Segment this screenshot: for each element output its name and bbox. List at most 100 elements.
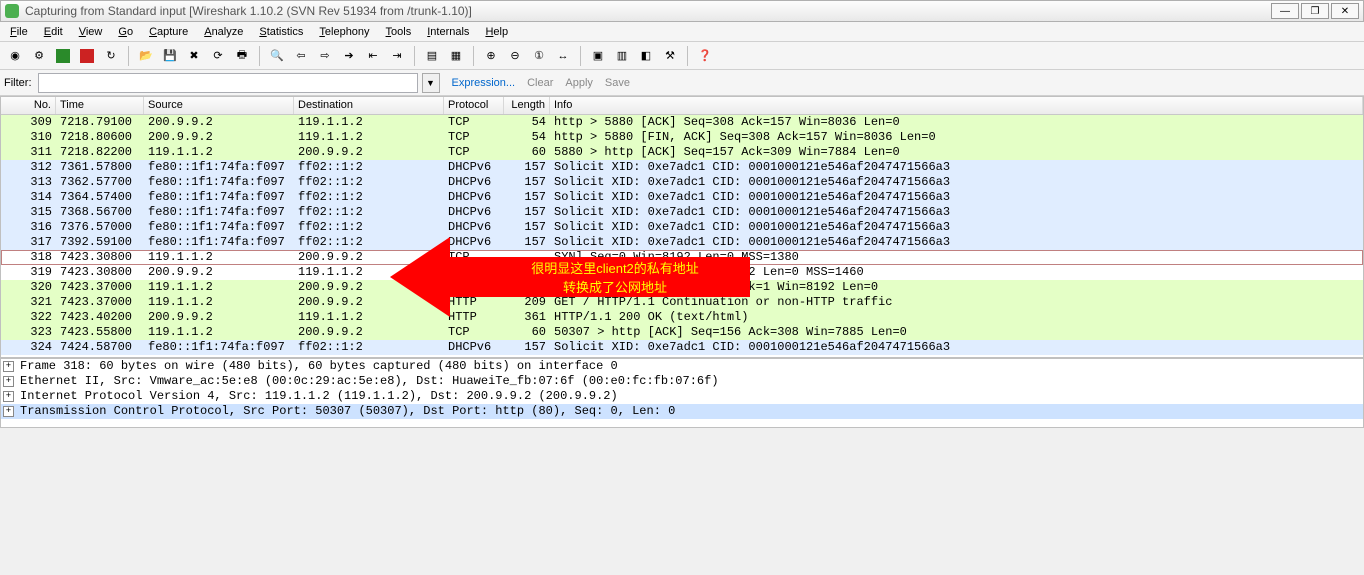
menu-item[interactable]: Statistics bbox=[251, 24, 311, 40]
filter-dropdown-button[interactable]: ▼ bbox=[422, 73, 440, 93]
menu-item[interactable]: Edit bbox=[36, 24, 71, 40]
packet-row[interactable]: 3247424.58700fe80::1f1:74fa:f097ff02::1:… bbox=[1, 340, 1363, 355]
start-capture-icon[interactable] bbox=[52, 45, 74, 67]
menu-item[interactable]: Internals bbox=[419, 24, 477, 40]
maximize-button[interactable]: ❐ bbox=[1301, 3, 1329, 19]
help-icon[interactable]: ❓ bbox=[694, 45, 716, 67]
packet-row[interactable]: 3107218.80600200.9.9.2119.1.1.2TCP54http… bbox=[1, 130, 1363, 145]
packet-cell: fe80::1f1:74fa:f097 bbox=[144, 175, 294, 190]
interfaces-icon[interactable]: ◉ bbox=[4, 45, 26, 67]
colorize-icon[interactable]: ▤ bbox=[421, 45, 443, 67]
save-file-icon[interactable]: 💾 bbox=[159, 45, 181, 67]
stop-capture-icon[interactable] bbox=[76, 45, 98, 67]
preferences-icon[interactable]: ⚒ bbox=[659, 45, 681, 67]
col-header-protocol[interactable]: Protocol bbox=[444, 97, 504, 114]
packet-row[interactable]: 3207423.37000119.1.1.2200.9.9.2TCP605030… bbox=[1, 280, 1363, 295]
expand-toggle-icon[interactable]: + bbox=[3, 376, 14, 387]
filter-apply-link[interactable]: Apply bbox=[565, 77, 593, 89]
packet-cell: ff02::1:2 bbox=[294, 235, 444, 250]
toolbar-separator bbox=[128, 46, 129, 66]
packet-cell: 322 bbox=[1, 310, 56, 325]
packet-details-pane[interactable]: +Frame 318: 60 bytes on wire (480 bits),… bbox=[0, 358, 1364, 428]
packet-cell: TCP bbox=[444, 325, 504, 340]
go-last-icon[interactable]: ⇥ bbox=[386, 45, 408, 67]
restart-capture-icon[interactable]: ↻ bbox=[100, 45, 122, 67]
open-file-icon[interactable]: 📂 bbox=[135, 45, 157, 67]
expand-toggle-icon[interactable]: + bbox=[3, 391, 14, 402]
display-filters-icon[interactable]: ▥ bbox=[611, 45, 633, 67]
packet-cell: TCP bbox=[444, 130, 504, 145]
menu-item[interactable]: View bbox=[71, 24, 111, 40]
packet-cell: 157 bbox=[504, 205, 550, 220]
options-icon[interactable]: ⚙ bbox=[28, 45, 50, 67]
packet-row[interactable]: 3147364.57400fe80::1f1:74fa:f097ff02::1:… bbox=[1, 190, 1363, 205]
zoom-in-icon[interactable]: ⊕ bbox=[480, 45, 502, 67]
menu-item[interactable]: Capture bbox=[141, 24, 196, 40]
packet-cell: 7423.40200 bbox=[56, 310, 144, 325]
packet-cell bbox=[504, 250, 550, 265]
packet-cell: 310 bbox=[1, 130, 56, 145]
packet-row[interactable]: 3237423.55800119.1.1.2200.9.9.2TCP605030… bbox=[1, 325, 1363, 340]
menu-item[interactable]: Help bbox=[477, 24, 516, 40]
packet-cell: Solicit XID: 0xe7adc1 CID: 0001000121e54… bbox=[550, 340, 1363, 355]
packet-row[interactable]: 3167376.57000fe80::1f1:74fa:f097ff02::1:… bbox=[1, 220, 1363, 235]
packet-cell: fe80::1f1:74fa:f097 bbox=[144, 160, 294, 175]
expand-toggle-icon[interactable]: + bbox=[3, 361, 14, 372]
go-first-icon[interactable]: ⇤ bbox=[362, 45, 384, 67]
packet-row[interactable]: 3127361.57800fe80::1f1:74fa:f097ff02::1:… bbox=[1, 160, 1363, 175]
packet-row[interactable]: 3177392.59100fe80::1f1:74fa:f097ff02::1:… bbox=[1, 235, 1363, 250]
menu-item[interactable]: Telephony bbox=[311, 24, 377, 40]
menu-item[interactable]: Tools bbox=[378, 24, 420, 40]
minimize-button[interactable]: — bbox=[1271, 3, 1299, 19]
filter-bar: Filter: ▼ Expression... Clear Apply Save bbox=[0, 70, 1364, 96]
detail-tree-row[interactable]: +Ethernet II, Src: Vmware_ac:5e:e8 (00:0… bbox=[1, 374, 1363, 389]
zoom-reset-icon[interactable]: ① bbox=[528, 45, 550, 67]
capture-filters-icon[interactable]: ▣ bbox=[587, 45, 609, 67]
packet-cell: 200.9.9.2 bbox=[144, 130, 294, 145]
packet-cell: Solicit XID: 0xe7adc1 CID: 0001000121e54… bbox=[550, 235, 1363, 250]
print-icon[interactable]: 🖶 bbox=[231, 45, 253, 67]
col-header-info[interactable]: Info bbox=[550, 97, 1363, 114]
close-button[interactable]: ✕ bbox=[1331, 3, 1359, 19]
detail-tree-row[interactable]: +Frame 318: 60 bytes on wire (480 bits),… bbox=[1, 359, 1363, 374]
zoom-out-icon[interactable]: ⊖ bbox=[504, 45, 526, 67]
close-file-icon[interactable]: ✖ bbox=[183, 45, 205, 67]
menu-item[interactable]: Analyze bbox=[196, 24, 251, 40]
packet-cell: 7218.80600 bbox=[56, 130, 144, 145]
detail-tree-row[interactable]: +Transmission Control Protocol, Src Port… bbox=[1, 404, 1363, 419]
col-header-destination[interactable]: Destination bbox=[294, 97, 444, 114]
packet-row[interactable]: 3217423.37000119.1.1.2200.9.9.2HTTP209GE… bbox=[1, 295, 1363, 310]
packet-row[interactable]: 3187423.30800119.1.1.2200.9.9.2TCPSYN] S… bbox=[1, 250, 1363, 265]
reload-icon[interactable]: ⟳ bbox=[207, 45, 229, 67]
packet-row[interactable]: 3197423.30800200.9.9.2119.1.1.2TCPN, ACK… bbox=[1, 265, 1363, 280]
expand-toggle-icon[interactable]: + bbox=[3, 406, 14, 417]
go-forward-icon[interactable]: ⇨ bbox=[314, 45, 336, 67]
packet-row[interactable]: 3157368.56700fe80::1f1:74fa:f097ff02::1:… bbox=[1, 205, 1363, 220]
menu-item[interactable]: Go bbox=[110, 24, 141, 40]
go-back-icon[interactable]: ⇦ bbox=[290, 45, 312, 67]
filter-clear-link[interactable]: Clear bbox=[527, 77, 553, 89]
col-header-no[interactable]: No. bbox=[1, 97, 56, 114]
menu-item[interactable]: File bbox=[2, 24, 36, 40]
resize-columns-icon[interactable]: ↔ bbox=[552, 45, 574, 67]
coloring-rules-icon[interactable]: ◧ bbox=[635, 45, 657, 67]
col-header-source[interactable]: Source bbox=[144, 97, 294, 114]
packet-row[interactable]: 3227423.40200200.9.9.2119.1.1.2HTTP361HT… bbox=[1, 310, 1363, 325]
packet-list-pane[interactable]: No. Time Source Destination Protocol Len… bbox=[0, 96, 1364, 358]
packet-cell: 7364.57400 bbox=[56, 190, 144, 205]
col-header-length[interactable]: Length bbox=[504, 97, 550, 114]
go-to-icon[interactable]: ➔ bbox=[338, 45, 360, 67]
find-icon[interactable]: 🔍 bbox=[266, 45, 288, 67]
packet-row[interactable]: 3117218.82200119.1.1.2200.9.9.2TCP605880… bbox=[1, 145, 1363, 160]
packet-cell: ff02::1:2 bbox=[294, 205, 444, 220]
filter-save-link[interactable]: Save bbox=[605, 77, 630, 89]
detail-tree-row[interactable]: +Internet Protocol Version 4, Src: 119.1… bbox=[1, 389, 1363, 404]
filter-expression-link[interactable]: Expression... bbox=[452, 77, 516, 89]
auto-scroll-icon[interactable]: ▦ bbox=[445, 45, 467, 67]
packet-row[interactable]: 3137362.57700fe80::1f1:74fa:f097ff02::1:… bbox=[1, 175, 1363, 190]
packet-cell: 54 bbox=[504, 130, 550, 145]
filter-input[interactable] bbox=[38, 73, 418, 93]
col-header-time[interactable]: Time bbox=[56, 97, 144, 114]
packet-row[interactable]: 3097218.79100200.9.9.2119.1.1.2TCP54http… bbox=[1, 115, 1363, 130]
packet-cell: GET / HTTP/1.1 Continuation or non-HTTP … bbox=[550, 295, 1363, 310]
